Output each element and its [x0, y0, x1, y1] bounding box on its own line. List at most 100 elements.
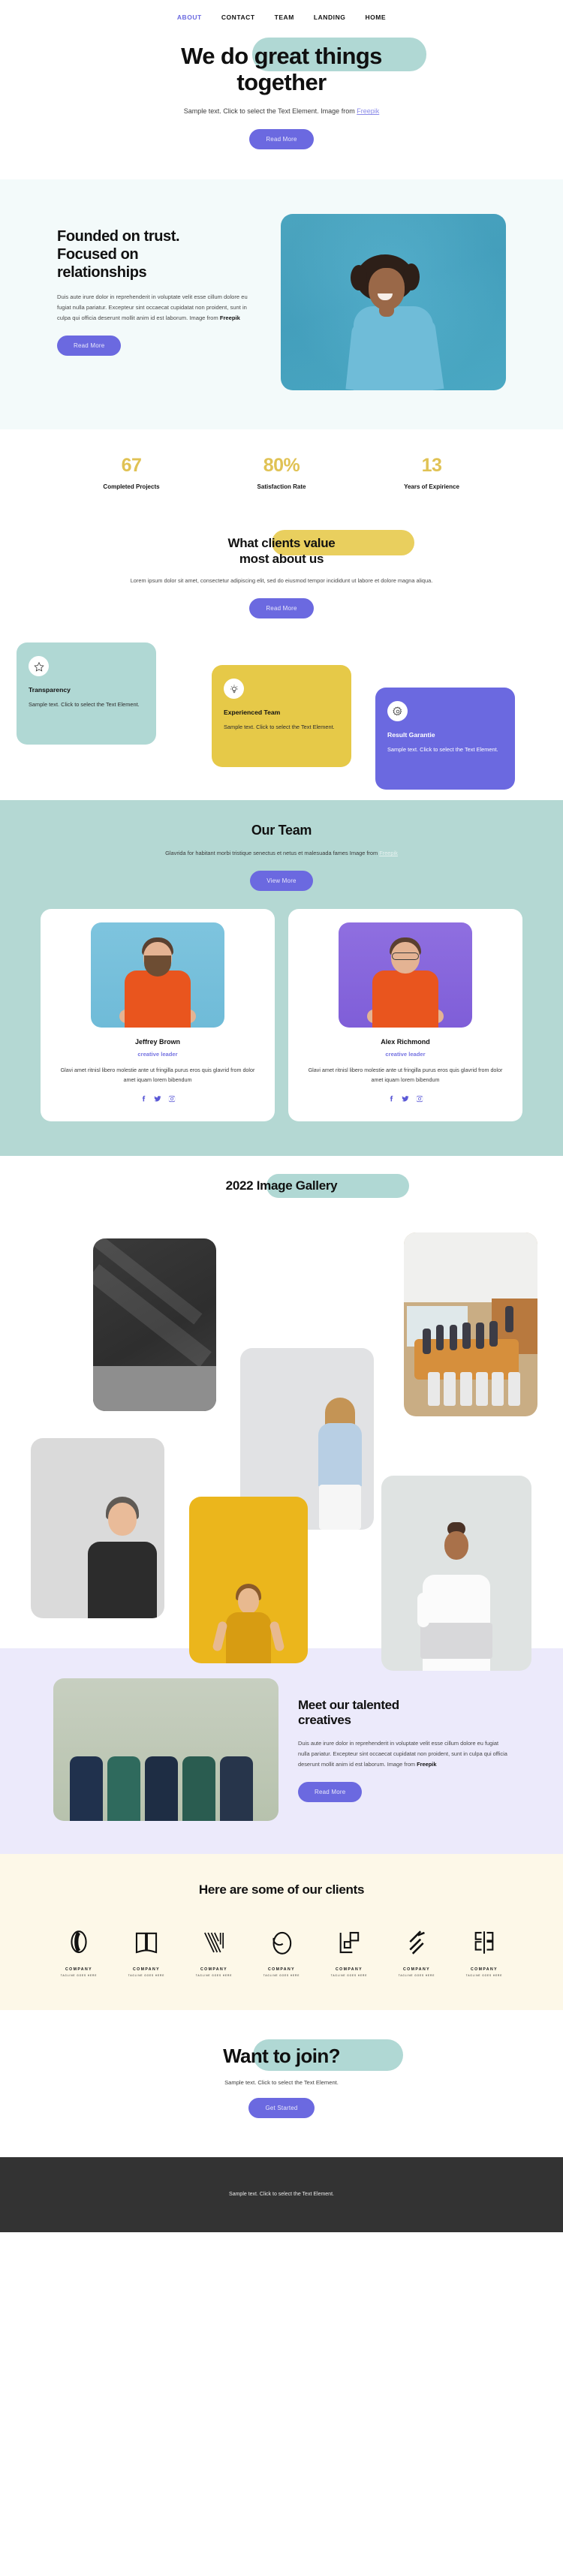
client-logo-name: COMPANY	[268, 1967, 295, 1973]
logo-book-mark	[135, 1933, 158, 1954]
stat-label: Years of Expirience	[404, 483, 459, 490]
stat-item: 13 Years of Expirience	[357, 455, 507, 490]
team-member-role: creative leader	[385, 1051, 426, 1058]
client-logo[interactable]: COMPANY TAGLINE GOES HERE	[260, 1927, 303, 1977]
values-body: Lorem ipsum dolor sit amet, consectetur …	[130, 577, 433, 585]
client-logo[interactable]: COMPANY TAGLINE GOES HERE	[463, 1927, 505, 1977]
gallery-heading: 2022 Image Gallery	[225, 1178, 338, 1193]
creatives-body: Duis aute irure dolor in reprehenderit i…	[298, 1738, 510, 1770]
founded-read-more-button[interactable]: Read More	[57, 335, 122, 356]
nav-item-team[interactable]: TEAM	[275, 14, 294, 21]
gallery-grid	[0, 1213, 563, 1672]
twitter-icon[interactable]	[154, 1093, 161, 1106]
nav-item-home[interactable]: HOME	[365, 14, 386, 21]
value-card-result-garantie[interactable]: Result Garantie Sample text. Click to se…	[375, 688, 515, 790]
founded-section: Founded on trust. Focused on relationshi…	[0, 179, 563, 429]
client-logo[interactable]: COMPANY TAGLINE GOES HERE	[396, 1927, 438, 1977]
hero-freepik-link[interactable]: Freepik	[357, 107, 379, 115]
team-member-card[interactable]: Alex Richmond creative leader Glavi amet…	[288, 909, 522, 1122]
gallery-image-5[interactable]	[189, 1497, 308, 1664]
values-title-wrap: What clients value most about us	[228, 529, 414, 567]
creatives-body-bold: Freepik	[417, 1760, 437, 1768]
logo-circle-mark	[71, 1930, 87, 1954]
client-logo-tagline: TAGLINE GOES HERE	[128, 1973, 165, 1977]
client-logo-tagline: TAGLINE GOES HERE	[195, 1973, 233, 1977]
hero-subtitle: Sample text. Click to select the Text El…	[0, 106, 563, 116]
nav-item-contact[interactable]: CONTACT	[221, 14, 255, 21]
team-member-photo	[339, 922, 472, 1028]
client-logo[interactable]: COMPANY TAGLINE GOES HERE	[193, 1927, 235, 1977]
hero-title-line1: We do great things	[181, 43, 382, 69]
client-logo-tagline: TAGLINE GOES HERE	[60, 1973, 98, 1977]
stats-section: 67 Completed Projects 80% Satisfaction R…	[0, 429, 563, 513]
team-freepik-link[interactable]: Freepik	[379, 850, 398, 856]
creatives-read-more-button[interactable]: Read More	[298, 1781, 363, 1802]
main-navigation: ABOUT CONTACT TEAM LANDING HOME	[0, 0, 563, 35]
team-member-desc: Glavi amet ritnisl libero molestie ante …	[308, 1067, 503, 1083]
stat-value: 67	[121, 454, 142, 476]
founded-heading: Founded on trust. Focused on relationshi…	[57, 227, 258, 281]
client-logo[interactable]: COMPANY TAGLINE GOES HERE	[58, 1927, 100, 1977]
gear-icon	[387, 701, 408, 722]
page-root: ABOUT CONTACT TEAM LANDING HOME We do gr…	[0, 0, 563, 2232]
client-logo-name: COMPANY	[403, 1967, 430, 1973]
team-view-more-button[interactable]: View More	[250, 871, 313, 892]
founded-heading-line3: relationships	[57, 263, 147, 281]
gallery-image-4[interactable]	[31, 1438, 164, 1619]
join-get-started-button[interactable]: Get Started	[248, 2097, 315, 2118]
client-logo-name: COMPANY	[471, 1967, 498, 1973]
gallery-image-2[interactable]	[404, 1232, 537, 1417]
client-logo-tagline: TAGLINE GOES HERE	[465, 1973, 503, 1977]
client-logos-row: COMPANY TAGLINE GOES HERE COMPANY TAGLIN…	[0, 1927, 563, 1977]
logo-v-lines-mark	[204, 1932, 224, 1953]
join-title-wrap: Want to join?	[223, 2039, 404, 2071]
hero-read-more-button[interactable]: Read More	[249, 128, 314, 149]
page-footer: Sample text. Click to select the Text El…	[0, 2156, 563, 2232]
instagram-icon[interactable]	[168, 1093, 176, 1106]
logo-bracket-mark	[474, 1931, 494, 1955]
stat-value: 80%	[263, 454, 300, 476]
facebook-icon[interactable]	[140, 1093, 147, 1106]
join-section: Want to join? Sample text. Click to sele…	[0, 2009, 563, 2157]
stat-label: Satisfaction Rate	[257, 483, 306, 490]
gallery-image-6[interactable]	[381, 1476, 531, 1672]
value-card-transparency[interactable]: Transparency Sample text. Click to selec…	[17, 642, 156, 745]
team-subtitle-text: Glavrida for habitant morbi tristique se…	[165, 850, 380, 857]
founded-heading-line2: Focused on	[57, 245, 139, 263]
founded-image	[281, 213, 506, 390]
team-member-desc: Glavi amet ritnisl libero molestie ante …	[60, 1067, 255, 1083]
team-subtitle: Glavrida for habitant morbi tristique se…	[0, 848, 563, 859]
values-heading-line1: What clients value	[227, 535, 336, 550]
page-title: We do great things together	[181, 43, 382, 95]
client-logo-tagline: TAGLINE GOES HERE	[330, 1973, 368, 1977]
gallery-header: 2022 Image Gallery	[0, 1174, 563, 1199]
team-members-row: Jeffrey Brown creative leader Glavi amet…	[0, 909, 563, 1122]
founded-body-text: Duis aute irure dolor in reprehenderit i…	[57, 293, 248, 321]
client-logo-name: COMPANY	[65, 1967, 92, 1973]
value-cards-section: Transparency Sample text. Click to selec…	[0, 636, 563, 801]
values-heading: What clients value most about us	[228, 535, 336, 567]
facebook-icon[interactable]	[387, 1093, 395, 1106]
twitter-icon[interactable]	[402, 1093, 409, 1106]
nav-item-landing[interactable]: LANDING	[314, 14, 346, 21]
nav-item-about[interactable]: ABOUT	[177, 14, 202, 21]
client-logo[interactable]: COMPANY TAGLINE GOES HERE	[328, 1927, 370, 1977]
creatives-heading-line2: creatives	[298, 1713, 351, 1728]
value-card-experienced-team[interactable]: Experienced Team Sample text. Click to s…	[212, 665, 351, 768]
stat-value: 13	[421, 454, 442, 476]
founded-heading-line1: Founded on trust.	[57, 227, 180, 245]
value-card-text: Sample text. Click to select the Text El…	[224, 724, 335, 731]
founded-body: Duis aute irure dolor in reprehenderit i…	[57, 292, 258, 324]
values-heading-line2: most about us	[239, 552, 324, 567]
values-section: What clients value most about us Lorem i…	[0, 512, 563, 633]
logo-slashes-mark	[409, 1930, 425, 1955]
client-logo-tagline: TAGLINE GOES HERE	[398, 1973, 435, 1977]
gallery-image-1[interactable]	[93, 1238, 216, 1412]
creatives-heading-line1: Meet our talented	[298, 1697, 399, 1712]
hero-section: We do great things together Sample text.…	[0, 35, 563, 179]
instagram-icon[interactable]	[416, 1093, 423, 1106]
client-logo[interactable]: COMPANY TAGLINE GOES HERE	[125, 1927, 167, 1977]
team-member-card[interactable]: Jeffrey Brown creative leader Glavi amet…	[41, 909, 275, 1122]
values-read-more-button[interactable]: Read More	[249, 598, 314, 619]
logo-squares-mark	[339, 1932, 360, 1954]
